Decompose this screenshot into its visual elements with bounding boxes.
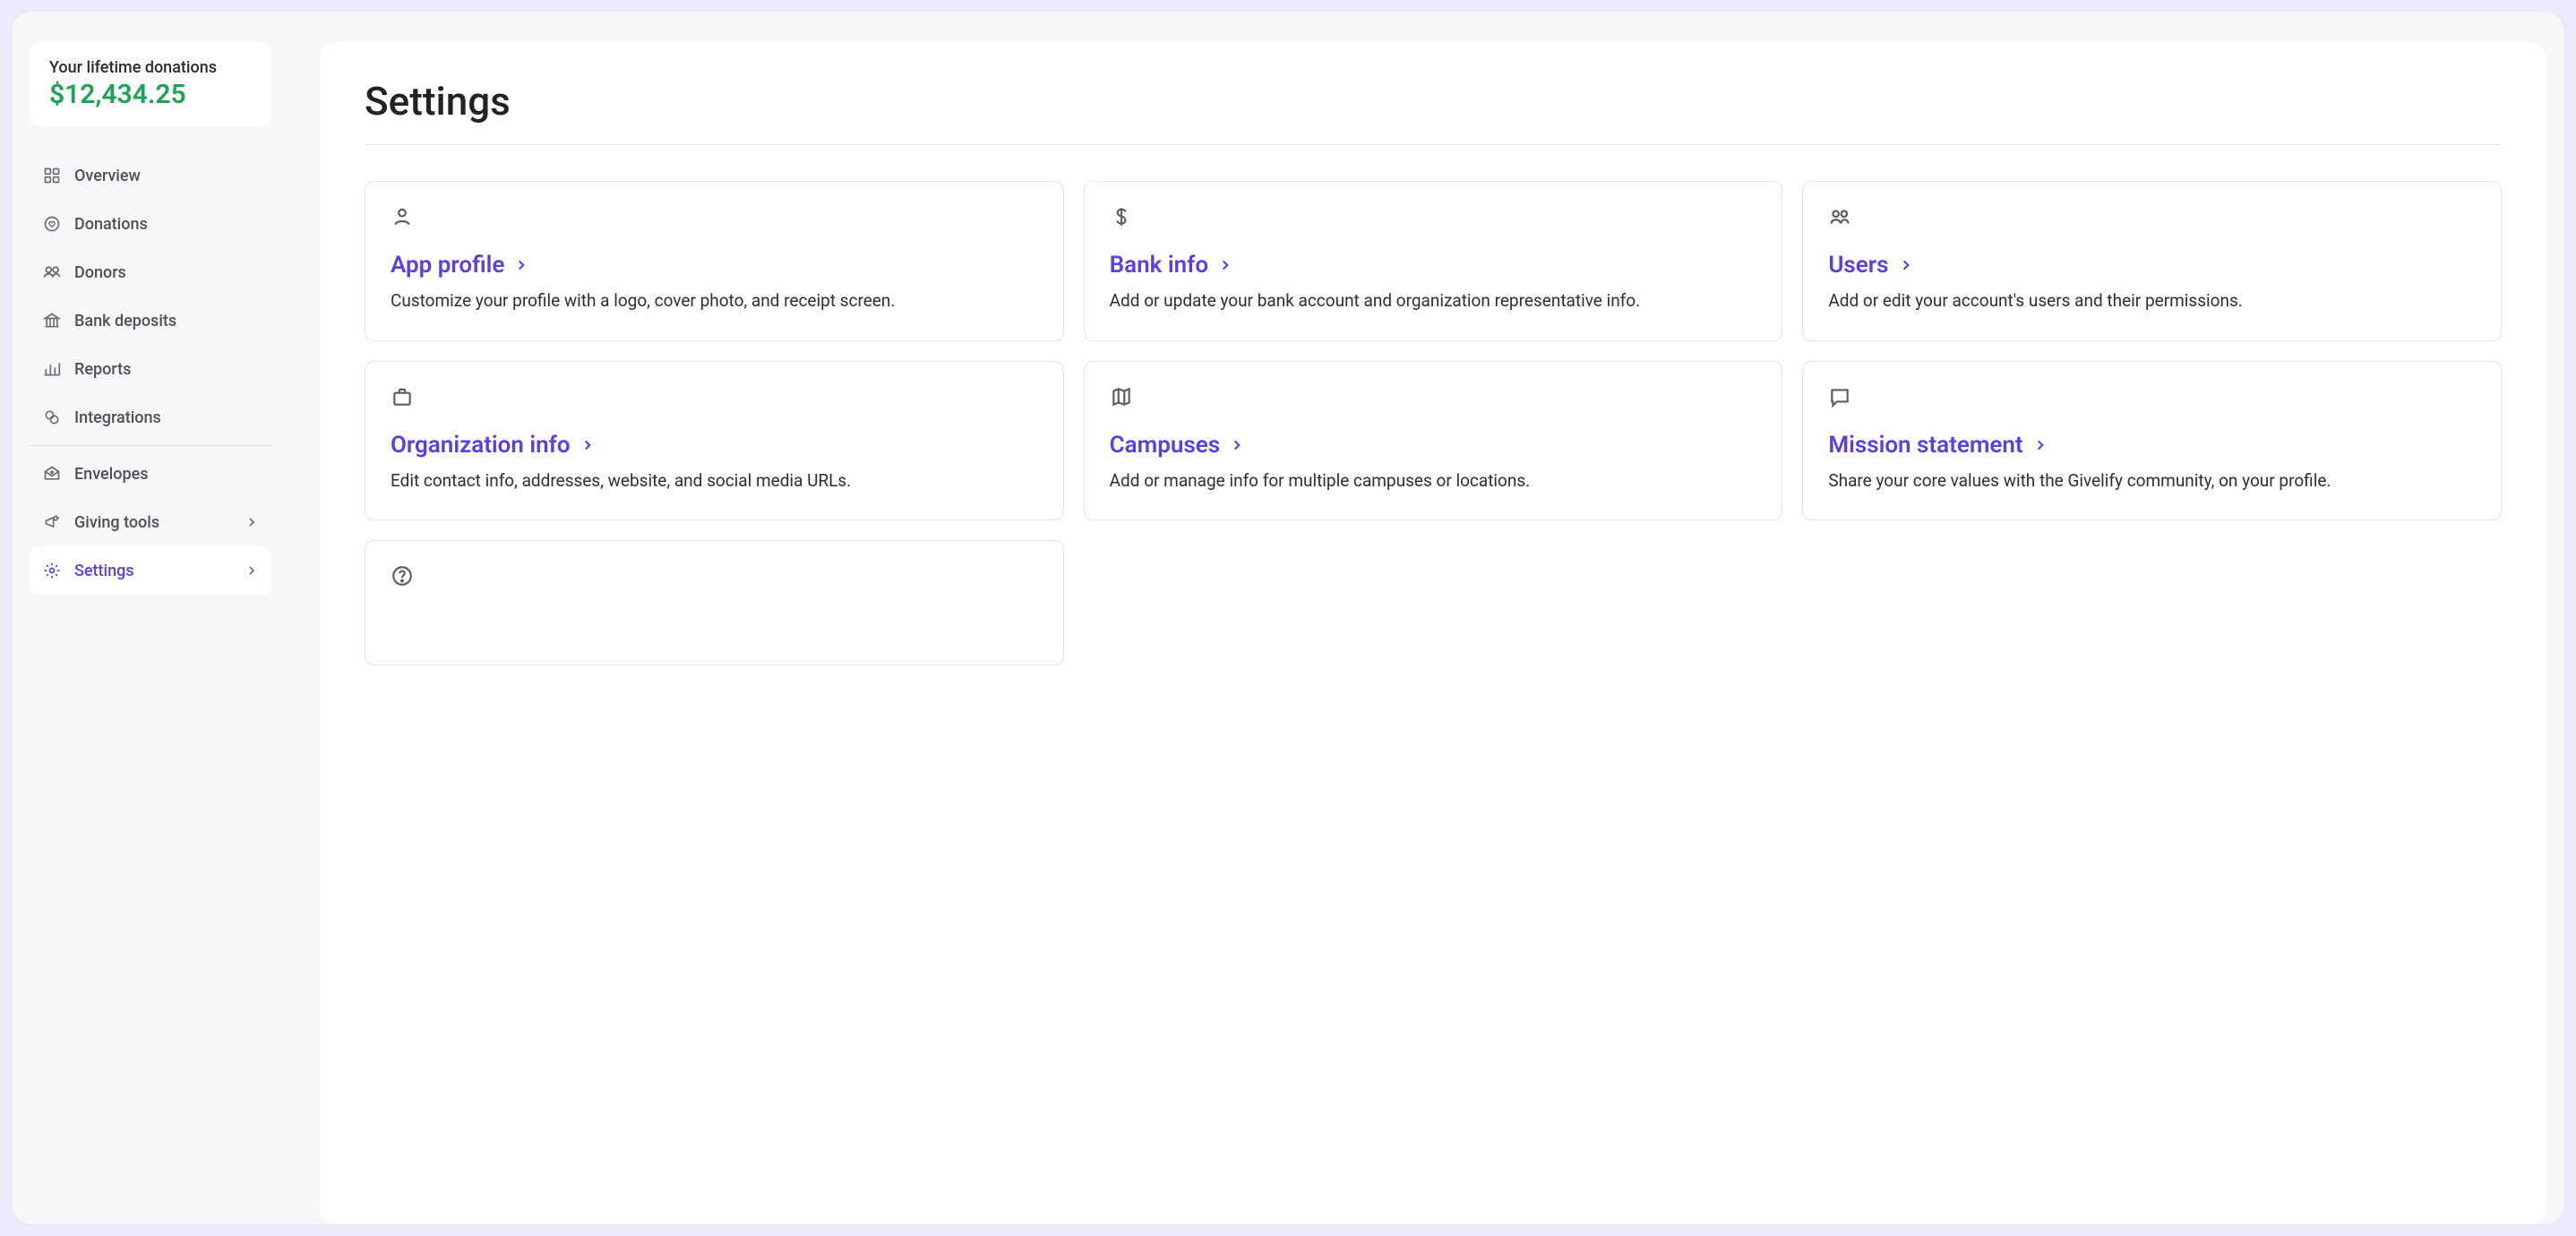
sidebar-item-envelopes[interactable]: Envelopes xyxy=(30,450,271,498)
gear-icon xyxy=(42,561,62,580)
chevron-right-icon xyxy=(1217,257,1233,273)
card-users[interactable]: Users Add or edit your account's users a… xyxy=(1802,181,2502,341)
message-icon xyxy=(1828,385,1851,408)
dollar-icon xyxy=(1110,205,1133,228)
card-title-row: Organization info xyxy=(391,432,1038,459)
card-title-row: App profile xyxy=(391,252,1038,279)
link-circles-icon xyxy=(42,408,62,427)
sidebar-item-bank-deposits[interactable]: Bank deposits xyxy=(30,296,271,345)
card-title-row: Mission statement xyxy=(1828,432,2476,459)
settings-cards-grid: App profile Customize your profile with … xyxy=(365,181,2502,665)
sidebar-item-label: Giving tools xyxy=(74,513,159,532)
lifetime-donations-label: Your lifetime donations xyxy=(49,58,252,77)
card-description: Edit contact info, addresses, website, a… xyxy=(391,469,1038,494)
card-app-profile[interactable]: App profile Customize your profile with … xyxy=(365,181,1064,341)
sidebar-item-label: Donors xyxy=(74,263,126,282)
card-description: Add or edit your account's users and the… xyxy=(1828,289,2476,313)
sidebar-divider xyxy=(30,445,271,446)
people-icon xyxy=(42,262,62,282)
card-mission-statement[interactable]: Mission statement Share your core values… xyxy=(1802,361,2502,521)
card-title-row: Bank info xyxy=(1110,252,1757,279)
sidebar-item-label: Settings xyxy=(74,562,134,580)
card-title-row: Users xyxy=(1828,252,2476,279)
chevron-right-icon xyxy=(1898,257,1914,273)
card-description: Add or manage info for multiple campuses… xyxy=(1110,469,1757,494)
card-title: Bank info xyxy=(1110,252,1208,279)
sidebar-item-label: Envelopes xyxy=(74,465,148,484)
card-title: Users xyxy=(1828,252,1888,279)
sidebar-item-label: Integrations xyxy=(74,408,161,427)
chevron-right-icon xyxy=(245,563,259,578)
sidebar-item-giving-tools[interactable]: Giving tools xyxy=(30,498,271,546)
chevron-right-icon xyxy=(1229,437,1245,453)
sidebar-nav: Overview Donations Donors Bank deposits xyxy=(30,151,271,595)
bank-icon xyxy=(42,311,62,330)
grid-icon xyxy=(42,166,62,185)
briefcase-icon xyxy=(391,385,414,408)
card-description: Add or update your bank account and orga… xyxy=(1110,289,1757,313)
chevron-right-icon xyxy=(580,437,596,453)
map-icon xyxy=(1110,385,1133,408)
sidebar-item-label: Donations xyxy=(74,215,148,234)
card-title: Organization info xyxy=(391,432,571,459)
sidebar-item-overview[interactable]: Overview xyxy=(30,151,271,200)
card-description: Customize your profile with a logo, cove… xyxy=(391,289,1038,313)
people-icon xyxy=(1828,205,1851,228)
card-campuses[interactable]: Campuses Add or manage info for multiple… xyxy=(1084,361,1783,521)
lifetime-donations-value: $12,434.25 xyxy=(49,79,252,110)
bar-chart-icon xyxy=(42,359,62,379)
app-frame: Your lifetime donations $12,434.25 Overv… xyxy=(11,11,2565,1225)
card-title: Mission statement xyxy=(1828,432,2022,459)
main-panel: Settings App profile Customize your prof… xyxy=(320,42,2546,1224)
chevron-right-icon xyxy=(513,257,529,273)
person-icon xyxy=(391,205,414,228)
card-organization-info[interactable]: Organization info Edit contact info, add… xyxy=(365,361,1064,521)
heart-circle-icon xyxy=(42,214,62,234)
sidebar-item-label: Reports xyxy=(74,360,131,379)
sidebar: Your lifetime donations $12,434.25 Overv… xyxy=(12,12,289,1224)
megaphone-icon xyxy=(42,512,62,532)
card-title: App profile xyxy=(391,252,504,279)
card-description: Share your core values with the Givelify… xyxy=(1828,469,2476,494)
question-circle-icon xyxy=(391,564,414,588)
card-title: Campuses xyxy=(1110,432,1220,459)
chevron-right-icon xyxy=(245,515,259,529)
sidebar-item-integrations[interactable]: Integrations xyxy=(30,393,271,442)
card-help[interactable] xyxy=(365,540,1064,665)
page-title: Settings xyxy=(365,78,2502,124)
sidebar-item-donors[interactable]: Donors xyxy=(30,248,271,296)
card-title-row: Campuses xyxy=(1110,432,1757,459)
sidebar-item-reports[interactable]: Reports xyxy=(30,345,271,393)
sidebar-item-label: Bank deposits xyxy=(74,312,176,330)
sidebar-item-donations[interactable]: Donations xyxy=(30,200,271,248)
lifetime-donations-card[interactable]: Your lifetime donations $12,434.25 xyxy=(30,42,271,126)
card-bank-info[interactable]: Bank info Add or update your bank accoun… xyxy=(1084,181,1783,341)
sidebar-item-settings[interactable]: Settings xyxy=(30,546,271,595)
sidebar-item-label: Overview xyxy=(74,167,141,185)
title-divider xyxy=(365,144,2502,145)
chevron-right-icon xyxy=(2032,437,2048,453)
envelope-icon xyxy=(42,464,62,484)
